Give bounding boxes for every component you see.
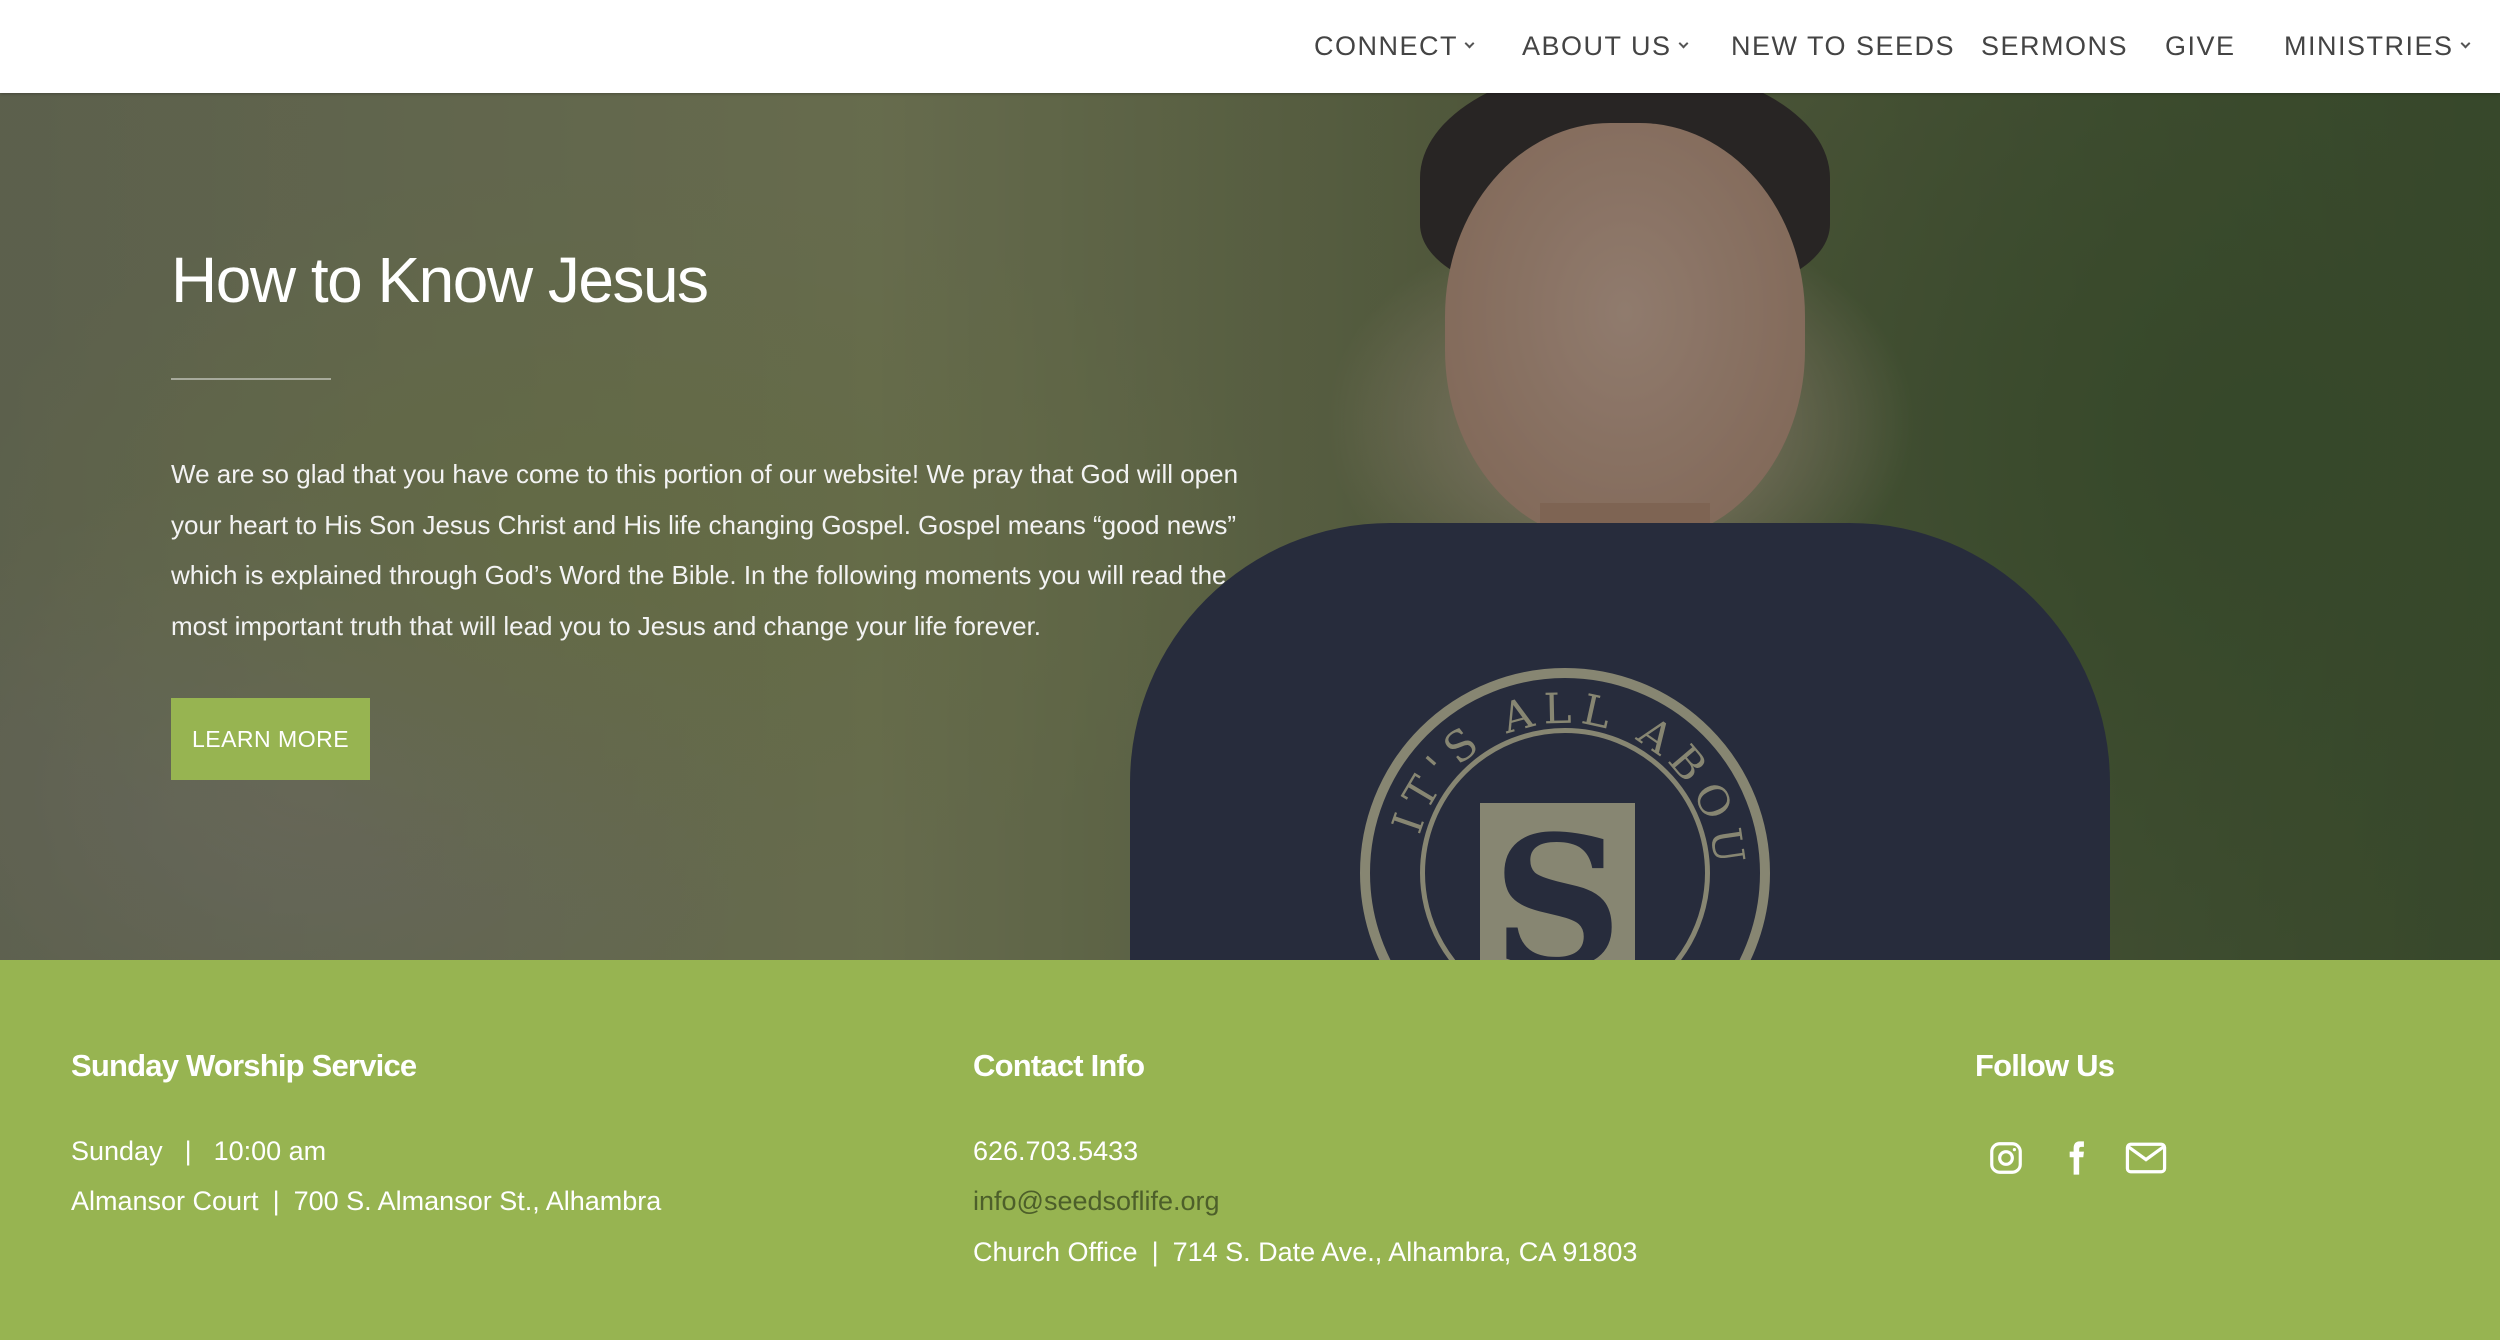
worship-venue: Almansor Court — [71, 1186, 259, 1216]
contact-office-line: Church Office | 714 S. Date Ave., Alhambra… — [973, 1237, 1637, 1268]
nav-item-label: NEW TO SEEDS — [1731, 31, 1956, 61]
nav-menu: CONNECT ABOUT US NEW TO SEEDS SERMONS GI… — [0, 0, 2500, 93]
contact-phone[interactable]: 626.703.5433 — [973, 1136, 1138, 1167]
hero-body-text: We are so glad that you have come to thi… — [171, 459, 1239, 641]
worship-day: Sunday — [71, 1136, 163, 1166]
nav-item-label: MINISTRIES — [2284, 31, 2454, 61]
nav-item-about-us[interactable]: ABOUT US — [1522, 0, 1688, 93]
chevron-down-icon — [2460, 38, 2470, 49]
worship-time-line: Sunday | 10:00 am — [71, 1136, 326, 1167]
social-icons — [1985, 1137, 2167, 1179]
nav-item-give[interactable]: GIVE — [2165, 0, 2236, 93]
worship-heading: Sunday Worship Service — [71, 1048, 417, 1083]
footer: Sunday Worship Service Sunday | 10:00 am A… — [0, 960, 2500, 1340]
worship-time: 10:00 am — [213, 1136, 327, 1166]
hero-banner: S IT'S ALL ABOUT How to Know Jesus We ar… — [0, 93, 2500, 960]
hero-title: How to Know Jesus — [171, 244, 709, 316]
nav-item-new-to-seeds[interactable]: NEW TO SEEDS — [1731, 0, 1955, 93]
learn-more-label: LEARN MORE — [191, 725, 350, 752]
learn-more-button[interactable]: LEARN MORE — [171, 698, 370, 780]
contact-email-link[interactable]: info@seedsoflife.org — [973, 1186, 1220, 1217]
instagram-icon[interactable] — [1985, 1137, 2027, 1179]
nav-item-label: ABOUT US — [1522, 31, 1672, 61]
nav-item-label: CONNECT — [1314, 31, 1458, 61]
office-address: 714 S. Date Ave., Alhambra, CA 91803 — [1172, 1237, 1638, 1267]
top-navigation: CONNECT ABOUT US NEW TO SEEDS SERMONS GI… — [0, 0, 2500, 93]
nav-item-ministries[interactable]: MINISTRIES — [2284, 0, 2470, 93]
worship-location-line: Almansor Court | 700 S. Almansor St., Alha… — [71, 1186, 661, 1217]
worship-address: 700 S. Almansor St., Alhambra — [293, 1186, 662, 1216]
nav-item-sermons[interactable]: SERMONS — [1981, 0, 2128, 93]
contact-heading: Contact Info — [973, 1048, 1145, 1083]
nav-item-connect[interactable]: CONNECT — [1314, 0, 1475, 93]
follow-heading: Follow Us — [1975, 1048, 2115, 1083]
facebook-icon[interactable] — [2055, 1137, 2097, 1179]
separator: | — [272, 1186, 280, 1216]
nav-item-label: GIVE — [2165, 31, 2236, 61]
hero-divider — [171, 378, 331, 380]
chevron-down-icon — [1464, 38, 1475, 49]
nav-item-label: SERMONS — [1981, 31, 2129, 61]
separator: | — [1151, 1237, 1159, 1267]
separator: | — [184, 1136, 192, 1166]
email-icon[interactable] — [2125, 1137, 2167, 1179]
chevron-down-icon — [1678, 38, 1688, 49]
office-label: Church Office — [973, 1237, 1138, 1267]
